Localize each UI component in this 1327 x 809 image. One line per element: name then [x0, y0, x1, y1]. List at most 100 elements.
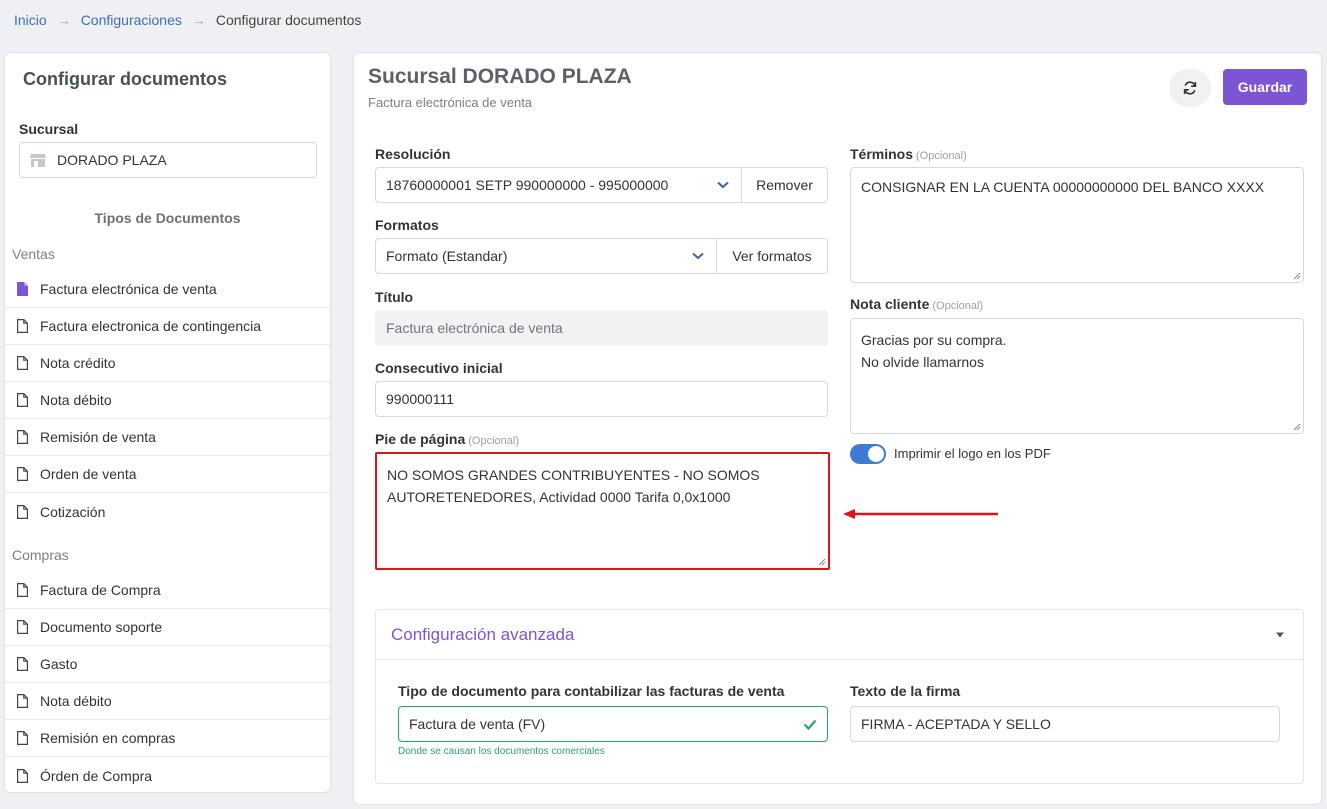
doc-item-factura-compra[interactable]: Factura de Compra [5, 572, 330, 609]
doc-item-factura-contingencia[interactable]: Factura electronica de contingencia [5, 308, 330, 345]
doc-item-label: Órden de Compra [40, 767, 153, 784]
doc-item-nota-debito-compras[interactable]: Nota débito [5, 683, 330, 720]
nota-cliente-label: Nota cliente (Opcional) [850, 296, 983, 312]
firma-label: Texto de la firma [850, 683, 961, 699]
file-icon [17, 356, 28, 370]
tipo-documento-select[interactable]: Factura de venta (FV) [398, 706, 828, 742]
toggle-knob [868, 446, 884, 462]
terminos-value: CONSIGNAR EN LA CUENTA 00000000000 DEL B… [861, 179, 1265, 195]
file-icon [17, 393, 28, 407]
file-icon [17, 319, 28, 333]
page-subtitle: Factura electrónica de venta [368, 95, 533, 110]
doc-item-nota-credito[interactable]: Nota crédito [5, 345, 330, 382]
doc-item-documento-soporte[interactable]: Documento soporte [5, 609, 330, 646]
remove-resolucion-button[interactable]: Remover [741, 168, 827, 202]
print-logo-toggle[interactable] [850, 444, 886, 464]
refresh-button[interactable] [1169, 69, 1211, 107]
doc-item-label: Nota débito [40, 693, 112, 709]
consecutivo-input[interactable]: 990000111 [375, 381, 828, 417]
advanced-config-title: Configuración avanzada [391, 624, 575, 644]
sucursal-value: DORADO PLAZA [57, 152, 167, 168]
file-icon [17, 430, 28, 444]
pie-pagina-label-text: Pie de página [375, 431, 466, 447]
ventas-group-title: Ventas [12, 246, 55, 262]
resize-grip-icon[interactable] [1293, 423, 1301, 431]
doc-item-orden-compra[interactable]: Órden de Compra [5, 757, 330, 792]
file-icon [17, 620, 28, 634]
doc-item-orden-venta[interactable]: Orden de venta [5, 456, 330, 493]
breadcrumb-config-link[interactable]: Configuraciones [81, 12, 182, 28]
chevron-down-icon [692, 252, 704, 260]
breadcrumb-current: Configurar documentos [215, 12, 362, 28]
resize-grip-icon[interactable] [1293, 272, 1301, 280]
breadcrumb-home-link[interactable]: Inicio [14, 12, 47, 28]
check-icon [803, 719, 817, 730]
resolucion-select[interactable]: 18760000001 SETP 990000000 - 995000000 [376, 168, 741, 202]
document-types-panel: Configurar documentos Sucursal DORADO PL… [4, 52, 331, 793]
doc-item-label: Gasto [40, 656, 78, 672]
compras-group-title: Compras [12, 547, 69, 563]
doc-item-gasto[interactable]: Gasto [5, 646, 330, 683]
doc-item-label: Factura de Compra [40, 582, 161, 598]
titulo-label: Título [375, 289, 414, 305]
optional-tag: (Opcional) [932, 300, 984, 312]
compras-list: Factura de Compra Documento soporte Gast… [5, 572, 330, 792]
print-logo-label: Imprimir el logo en los PDF [894, 446, 1051, 461]
consecutivo-label: Consecutivo inicial [375, 360, 503, 376]
doc-item-cotizacion[interactable]: Cotización [5, 493, 330, 530]
advanced-config-section: Configuración avanzada Tipo de documento… [375, 609, 1304, 784]
optional-tag: (Opcional) [468, 435, 519, 447]
file-icon [17, 657, 28, 671]
nota-cliente-textarea[interactable]: Gracias por su compra. No olvide llamarn… [850, 318, 1304, 434]
doc-item-label: Factura electrónica de venta [40, 281, 217, 297]
doc-item-factura-electronica-venta[interactable]: Factura electrónica de venta [5, 271, 330, 308]
firma-input[interactable]: FIRMA - ACEPTADA Y SELLO [850, 706, 1280, 742]
breadcrumb-arrow-icon: → [191, 12, 206, 28]
file-icon [17, 583, 28, 597]
file-filled-icon [17, 282, 28, 296]
panel-title: Configurar documentos [23, 69, 228, 89]
terminos-label: Términos (Opcional) [850, 146, 967, 162]
ventas-list: Factura electrónica de venta Factura ele… [5, 271, 330, 530]
doc-item-label: Nota débito [40, 392, 112, 408]
doc-item-label: Remisión de venta [40, 429, 156, 445]
save-button[interactable]: Guardar [1223, 69, 1307, 105]
chevron-down-icon [717, 181, 729, 189]
tipo-documento-hint: Donde se causan los documentos comercial… [398, 746, 605, 757]
doc-item-label: Documento soporte [40, 619, 163, 635]
file-icon [17, 731, 28, 745]
file-icon [17, 467, 28, 481]
terminos-textarea[interactable]: CONSIGNAR EN LA CUENTA 00000000000 DEL B… [850, 167, 1304, 283]
formatos-value: Formato (Estandar) [386, 248, 508, 264]
breadcrumb: Inicio → Configuraciones → Configurar do… [14, 12, 361, 28]
advanced-config-header[interactable]: Configuración avanzada [376, 610, 1303, 660]
resize-grip-icon[interactable] [818, 558, 826, 566]
doc-item-label: Factura electronica de contingencia [40, 318, 262, 334]
terminos-label-text: Términos [850, 146, 914, 162]
tipo-documento-value: Factura de venta (FV) [409, 716, 546, 732]
optional-tag: (Opcional) [916, 150, 967, 162]
doc-item-nota-debito[interactable]: Nota débito [5, 382, 330, 419]
resolucion-value: 18760000001 SETP 990000000 - 995000000 [386, 177, 669, 193]
doc-item-label: Orden de venta [40, 466, 137, 482]
file-icon [17, 504, 28, 519]
caret-down-icon [1276, 632, 1284, 637]
formatos-label: Formatos [375, 217, 439, 233]
tipo-documento-label: Tipo de documento para contabilizar las … [398, 683, 785, 699]
nota-cliente-label-text: Nota cliente [850, 296, 930, 312]
store-icon [30, 153, 46, 167]
formatos-select[interactable]: Formato (Estandar) [376, 239, 716, 273]
sucursal-select[interactable]: DORADO PLAZA [19, 142, 317, 178]
annotation-arrow-icon [843, 509, 998, 519]
pie-pagina-label: Pie de página (Opcional) [375, 431, 519, 447]
titulo-input: Factura electrónica de venta [375, 310, 828, 346]
document-config-panel: Sucursal DORADO PLAZA Factura electrónic… [353, 52, 1322, 805]
view-formats-button[interactable]: Ver formatos [716, 239, 827, 273]
doc-item-label: Nota crédito [40, 355, 116, 371]
resolucion-field: 18760000001 SETP 990000000 - 995000000 R… [375, 167, 828, 203]
pie-pagina-textarea[interactable]: NO SOMOS GRANDES CONTRIBUYENTES - NO SOM… [375, 452, 830, 570]
doc-item-remision-venta[interactable]: Remisión de venta [5, 419, 330, 456]
file-icon [17, 768, 28, 783]
nota-cliente-value: Gracias por su compra. No olvide llamarn… [861, 332, 1007, 370]
doc-item-remision-compras[interactable]: Remisión en compras [5, 720, 330, 757]
